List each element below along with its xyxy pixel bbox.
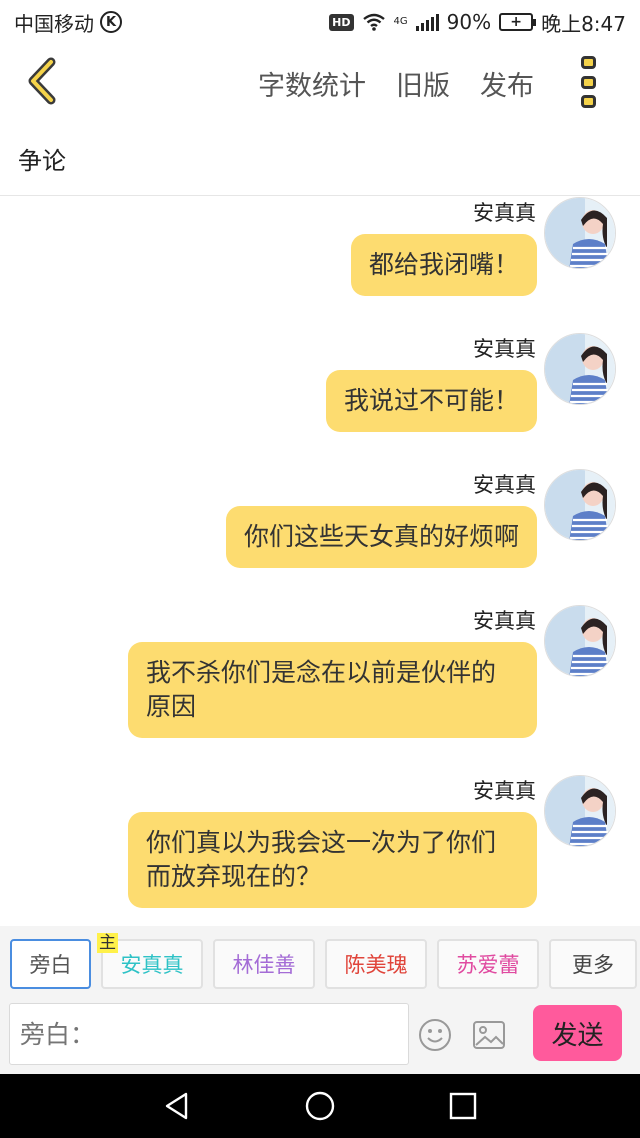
more-menu-button[interactable] bbox=[578, 56, 598, 108]
image-icon[interactable] bbox=[472, 1020, 506, 1050]
menu-dot-icon bbox=[580, 75, 596, 89]
chat-title-row: 争论 bbox=[0, 122, 640, 196]
message: 安真真 我不杀你们是念在以前是伙伴的原因 bbox=[0, 605, 640, 755]
role-selector-bar: 旁白 主 安真真 林佳善 陈美瑰 苏爱蕾 更多 bbox=[0, 926, 640, 1002]
status-right: HD 4G 90% + 晚上8:47 bbox=[329, 8, 626, 37]
avatar[interactable] bbox=[544, 605, 616, 677]
clock: 晚上8:47 bbox=[541, 11, 626, 36]
message-input[interactable] bbox=[9, 1003, 409, 1065]
menu-dot-icon bbox=[580, 95, 596, 108]
avatar-image bbox=[545, 198, 615, 268]
avatar-image bbox=[545, 470, 615, 540]
send-button[interactable]: 发送 bbox=[533, 1005, 622, 1061]
signal-icon bbox=[415, 13, 439, 31]
role-label: 苏爱蕾 bbox=[456, 953, 520, 977]
status-bar: 中国移动 K HD 4G 90% + 晚上8:47 bbox=[0, 0, 640, 44]
avatar[interactable] bbox=[544, 469, 616, 541]
system-nav-bar bbox=[0, 1074, 640, 1138]
role-narrator[interactable]: 旁白 bbox=[10, 939, 91, 989]
battery-percent: 90% bbox=[446, 10, 492, 34]
battery-charging-icon: + bbox=[499, 13, 537, 31]
avatar-image bbox=[545, 776, 615, 846]
carrier-k-icon: K bbox=[100, 11, 122, 33]
status-left: 中国移动 K bbox=[14, 8, 122, 37]
message: 安真真 你们真以为我会这一次为了你们而放弃现在的？ bbox=[0, 775, 640, 925]
sender-name: 安真真 bbox=[473, 473, 536, 497]
more-roles-button[interactable]: 更多 bbox=[549, 939, 637, 989]
input-bar: 发送 bbox=[0, 1002, 640, 1074]
emoji-icon[interactable] bbox=[418, 1018, 452, 1052]
avatar[interactable] bbox=[544, 775, 616, 847]
sender-name: 安真真 bbox=[473, 779, 536, 803]
avatar-image bbox=[545, 606, 615, 676]
network-type: 4G bbox=[393, 15, 408, 27]
role-character[interactable]: 主 安真真 bbox=[97, 933, 203, 989]
header-actions: 字数统计 旧版 发布 bbox=[258, 44, 534, 122]
message: 安真真 都给我闭嘴！ bbox=[0, 197, 640, 309]
role-label: 安真真 bbox=[120, 953, 184, 977]
role-label: 林佳善 bbox=[232, 953, 296, 977]
hd-icon: HD bbox=[329, 13, 354, 31]
old-version-button[interactable]: 旧版 bbox=[396, 64, 450, 103]
message-list[interactable]: 安真真 都给我闭嘴！ 安真真 我说过不可能！ 安真真 你们这些天女真的好烦啊 安… bbox=[0, 197, 640, 927]
role-label: 旁白 bbox=[29, 953, 72, 977]
back-button[interactable] bbox=[22, 56, 62, 106]
avatar[interactable] bbox=[544, 333, 616, 405]
message-bubble[interactable]: 我说过不可能！ bbox=[325, 370, 537, 432]
message-bubble[interactable]: 都给我闭嘴！ bbox=[350, 234, 537, 296]
menu-dot-icon bbox=[580, 56, 596, 69]
role-character[interactable]: 苏爱蕾 bbox=[437, 939, 539, 989]
carrier-name: 中国移动 bbox=[14, 11, 94, 36]
message-bubble[interactable]: 你们真以为我会这一次为了你们而放弃现在的？ bbox=[128, 812, 537, 908]
wifi-icon bbox=[362, 13, 385, 31]
publish-button[interactable]: 发布 bbox=[480, 64, 534, 103]
nav-recents-icon[interactable] bbox=[448, 1091, 478, 1121]
message: 安真真 我说过不可能！ bbox=[0, 333, 640, 445]
chat-title: 争论 bbox=[18, 147, 66, 175]
avatar-image bbox=[545, 334, 615, 404]
role-label: 陈美瑰 bbox=[344, 953, 408, 977]
sender-name: 安真真 bbox=[473, 337, 536, 361]
word-count-button[interactable]: 字数统计 bbox=[258, 64, 366, 103]
avatar[interactable] bbox=[544, 197, 616, 269]
message-bubble[interactable]: 你们这些天女真的好烦啊 bbox=[225, 506, 537, 568]
app-header: 字数统计 旧版 发布 bbox=[0, 44, 640, 122]
sender-name: 安真真 bbox=[473, 201, 536, 225]
nav-home-icon[interactable] bbox=[305, 1091, 335, 1121]
nav-back-icon[interactable] bbox=[162, 1091, 192, 1121]
sender-name: 安真真 bbox=[473, 609, 536, 633]
message-bubble[interactable]: 我不杀你们是念在以前是伙伴的原因 bbox=[128, 642, 537, 738]
host-tag: 主 bbox=[97, 933, 118, 953]
role-character[interactable]: 陈美瑰 bbox=[325, 939, 427, 989]
role-label: 更多 bbox=[572, 953, 614, 977]
chevron-left-icon bbox=[28, 57, 56, 105]
message: 安真真 你们这些天女真的好烦啊 bbox=[0, 469, 640, 581]
role-character[interactable]: 林佳善 bbox=[213, 939, 315, 989]
